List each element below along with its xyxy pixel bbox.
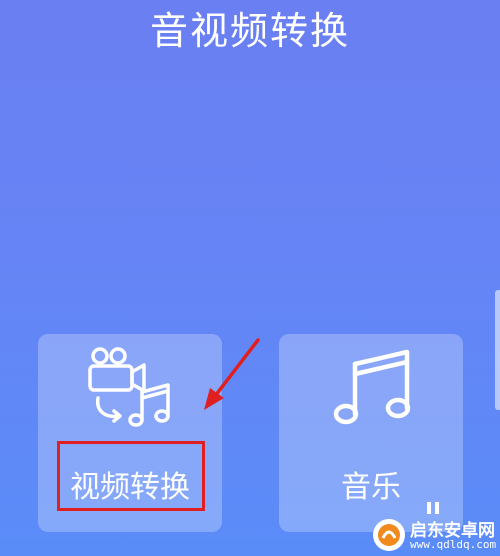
watermark-logo-icon: [373, 519, 405, 551]
annotation-arrow: [204, 338, 260, 410]
watermark-url: www.qdldq.com: [410, 538, 497, 551]
side-panel-edge: [495, 290, 500, 410]
page-title: 音视频转换: [149, 9, 350, 53]
music-note-icon: [333, 349, 411, 425]
watermark: 启东安卓网 www.qdldq.com: [370, 514, 500, 556]
annotation-highlight-box: [57, 441, 205, 511]
more-dots: ❚❚: [424, 500, 442, 514]
